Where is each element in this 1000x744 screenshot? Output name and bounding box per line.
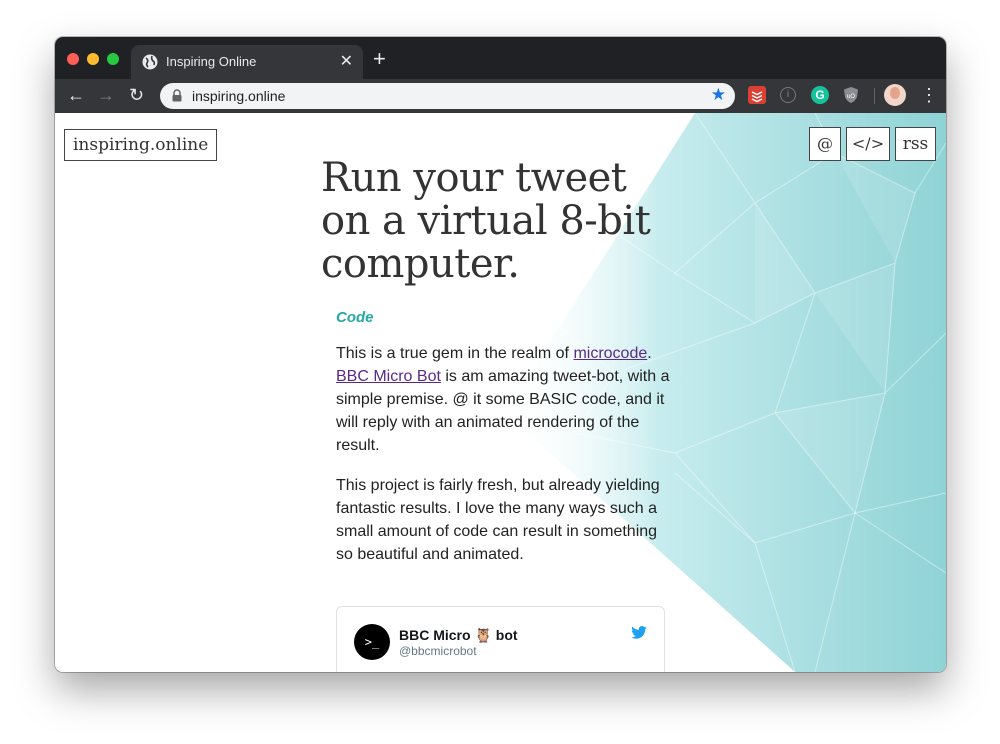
profile-avatar[interactable] bbox=[884, 84, 906, 106]
bbc-micro-bot-link[interactable]: BBC Micro Bot bbox=[336, 368, 441, 385]
paragraph-text: This is a true gem in the realm of bbox=[336, 345, 574, 362]
microcode-link[interactable]: microcode bbox=[573, 345, 647, 362]
forward-button[interactable]: → bbox=[97, 85, 115, 105]
svg-text:uO: uO bbox=[847, 94, 855, 100]
paragraph-text: . bbox=[647, 345, 652, 362]
toolbar-separator bbox=[874, 88, 875, 104]
browser-menu-icon[interactable]: ⋮ bbox=[920, 83, 938, 107]
new-tab-button[interactable]: + bbox=[373, 48, 386, 70]
close-window-button[interactable] bbox=[67, 53, 79, 65]
tab-bar: Inspiring Online ✕ + bbox=[55, 37, 946, 79]
tab-title: Inspiring Online bbox=[166, 54, 257, 69]
tweet-avatar[interactable]: >_ bbox=[354, 624, 390, 660]
browser-window: Inspiring Online ✕ + ← → ↻ inspiring.onl… bbox=[55, 37, 946, 672]
minimize-window-button[interactable] bbox=[87, 53, 99, 65]
info-extension-icon[interactable]: i bbox=[780, 87, 796, 103]
tweet-author-handle[interactable]: @bbcmicrobot bbox=[399, 644, 477, 658]
lock-icon bbox=[172, 89, 182, 102]
embedded-tweet[interactable]: >_ BBC Micro 🦉 bot @bbcmicrobot bbox=[336, 606, 665, 672]
reload-button[interactable]: ↻ bbox=[129, 85, 144, 105]
article-paragraph-2: This project is fairly fresh, but alread… bbox=[336, 477, 660, 563]
article-title: Run your tweet on a virtual 8-bit comput… bbox=[321, 155, 651, 287]
twitter-bird-icon[interactable] bbox=[631, 626, 647, 639]
maximize-window-button[interactable] bbox=[107, 53, 119, 65]
bookmark-star-icon[interactable]: ★ bbox=[711, 85, 726, 105]
tweet-author-name[interactable]: BBC Micro 🦉 bot bbox=[399, 627, 518, 644]
url-text: inspiring.online bbox=[192, 88, 286, 104]
grammarly-extension-icon[interactable]: G bbox=[811, 86, 829, 104]
code-nav-button[interactable]: </> bbox=[846, 127, 890, 161]
address-bar[interactable]: inspiring.online ★ bbox=[160, 83, 735, 109]
tab-inspiring-online[interactable]: Inspiring Online ✕ bbox=[131, 45, 363, 79]
contact-nav-button[interactable]: @ bbox=[809, 127, 841, 161]
browser-toolbar: ← → ↻ inspiring.online ★ i G uO ⋮ bbox=[55, 79, 946, 113]
back-button[interactable]: ← bbox=[67, 85, 85, 105]
web-page: inspiring.online @ </> rss Run your twee… bbox=[55, 113, 946, 672]
site-logo[interactable]: inspiring.online bbox=[64, 129, 218, 161]
globe-icon bbox=[142, 54, 158, 70]
todoist-extension-icon[interactable] bbox=[748, 86, 766, 104]
article-category[interactable]: Code bbox=[336, 309, 374, 326]
article-paragraph-1: This is a true gem in the realm of micro… bbox=[336, 342, 676, 457]
ublock-extension-icon[interactable]: uO bbox=[842, 86, 860, 104]
close-tab-icon[interactable]: ✕ bbox=[340, 51, 353, 71]
rss-nav-button[interactable]: rss bbox=[895, 127, 936, 161]
